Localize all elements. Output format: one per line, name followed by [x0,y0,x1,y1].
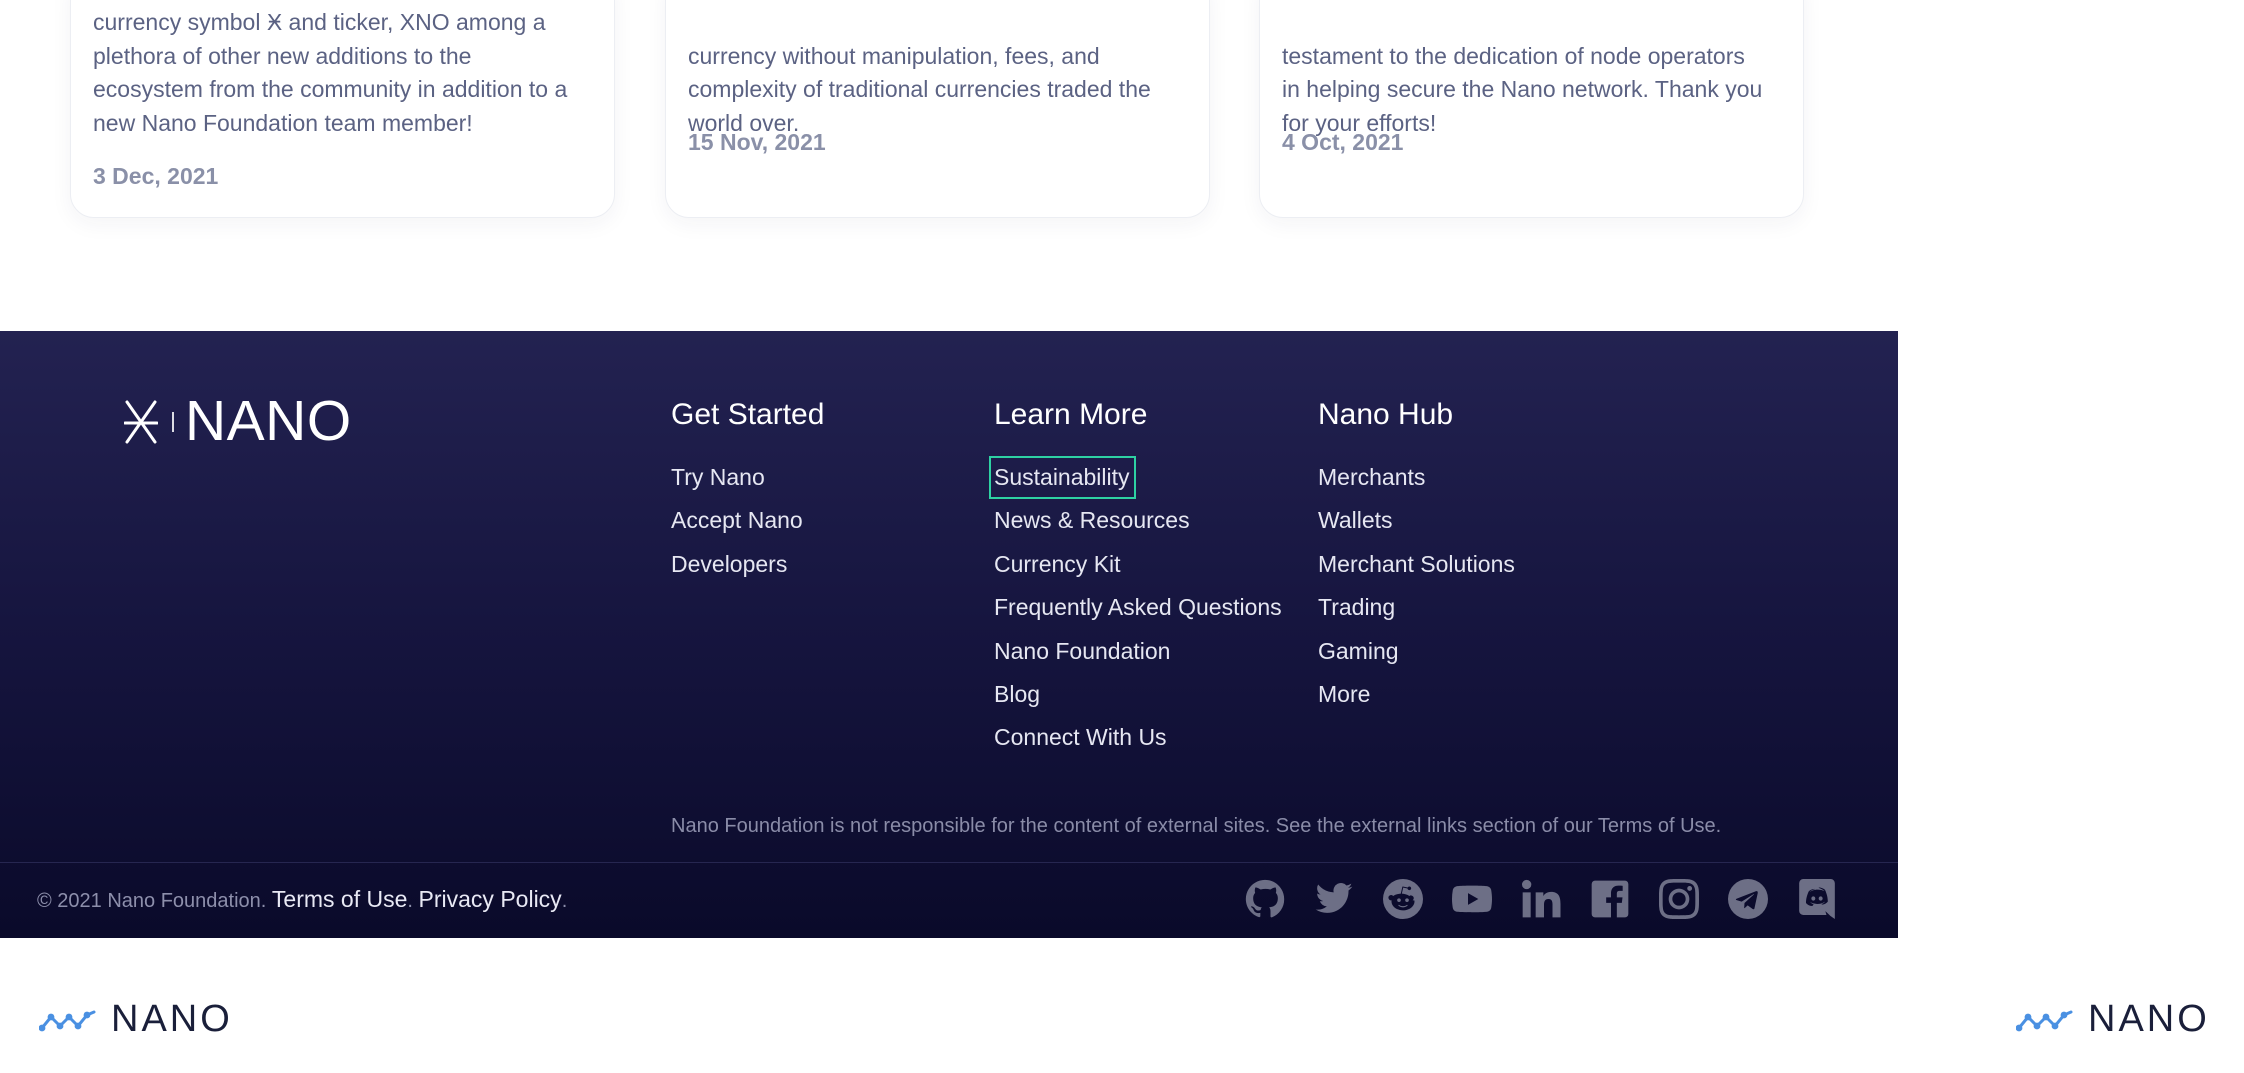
footer-column-title: Learn More [994,398,1148,431]
footer-link-wallets[interactable]: Wallets [1318,504,1393,537]
footer-link-connect[interactable]: Connect With Us [994,721,1167,754]
copyright-line: © 2021 Nano Foundation. Terms of Use. Pr… [37,886,567,913]
privacy-policy-link[interactable]: Privacy Policy [419,886,562,912]
nano-wave-icon [2016,1010,2073,1031]
blog-card-date: 3 Dec, 2021 [93,163,219,189]
footer-column-title: Get Started [671,398,825,431]
nano-wave-icon [39,1010,96,1031]
blog-card[interactable]: testament to the dedication of node oper… [1259,0,1804,218]
telegram-icon [1728,879,1768,919]
xno-symbol-icon [124,400,158,443]
discord-icon [1799,879,1835,919]
blog-card-excerpt: currency without manipulation, fees, and… [688,42,1151,136]
footer-column-learn-more: Learn More Sustainability News & Resourc… [989,395,1282,750]
youtube-link[interactable] [1451,877,1493,921]
logo-divider [172,411,174,432]
telegram-link[interactable] [1727,877,1769,921]
footer-link-label: Sustainability [994,464,1130,490]
facebook-link[interactable] [1589,877,1631,921]
footer-column-nano-hub: Nano Hub Merchants Wallets Merchant Solu… [1318,395,1515,707]
nano-logo-text: NANO [111,998,233,1040]
blog-card-excerpt: testament to the dedication of node oper… [1282,42,1763,136]
footer-link-gaming[interactable]: Gaming [1318,635,1399,668]
logo-wordmark: NANO [185,389,352,453]
footer-link-currency-kit[interactable]: Currency Kit [994,548,1121,581]
facebook-icon [1591,880,1629,918]
discord-link[interactable] [1796,877,1838,921]
footer-link-faq[interactable]: Frequently Asked Questions [994,591,1282,624]
nano-logo-text: NANO [2088,998,2210,1040]
footer-link-nano-foundation[interactable]: Nano Foundation [994,635,1170,668]
reddit-icon [1383,879,1423,919]
instagram-link[interactable] [1658,877,1700,921]
footer-link-sustainability[interactable]: Sustainability [989,456,1136,499]
terms-of-use-link[interactable]: Terms of Use [272,886,407,912]
footer-link-news-resources[interactable]: News & Resources [994,504,1190,537]
blog-card[interactable]: currency symbol Ӿ and ticker, XNO among … [70,0,615,218]
reddit-link[interactable] [1382,877,1424,921]
footer-link-accept-nano[interactable]: Accept Nano [671,504,803,537]
social-links [1244,877,1865,921]
instagram-icon [1659,879,1699,919]
footer-link-blog[interactable]: Blog [994,678,1040,711]
footer-link-try-nano[interactable]: Try Nano [671,461,765,494]
linkedin-link[interactable] [1520,877,1562,921]
separator-dot: . [407,890,413,912]
nano-logo-bottom-left[interactable]: NANO [39,998,233,1041]
youtube-icon [1452,885,1492,913]
external-links-disclaimer: Nano Foundation is not responsible for t… [671,815,1722,837]
twitter-icon [1315,883,1353,913]
blog-card-date: 4 Oct, 2021 [1282,129,1404,155]
nano-logo-bottom-right[interactable]: NANO [2016,998,2210,1041]
copyright-text: © 2021 Nano Foundation. [37,890,267,912]
footer-link-merchant-solutions[interactable]: Merchant Solutions [1318,548,1515,581]
separator-dot: . [561,890,568,912]
github-link[interactable] [1244,877,1286,921]
footer-link-merchants[interactable]: Merchants [1318,461,1425,494]
linkedin-icon [1522,879,1561,918]
site-footer: NANO Get Started Try Nano Accept Nano De… [0,331,1898,938]
footer-link-trading[interactable]: Trading [1318,591,1395,624]
blog-card[interactable]: currency without manipulation, fees, and… [665,0,1210,218]
footer-column-title: Nano Hub [1318,398,1454,431]
twitter-link[interactable] [1313,877,1355,921]
footer-divider [0,862,1898,863]
blog-card-date: 15 Nov, 2021 [688,129,826,155]
footer-link-developers[interactable]: Developers [671,548,787,581]
blog-cards-section: currency symbol Ӿ and ticker, XNO among … [0,0,1900,330]
footer-logo[interactable]: NANO [124,393,352,450]
footer-column-get-started: Get Started Try Nano Accept Nano Develop… [671,395,825,577]
footer-link-more[interactable]: More [1318,678,1370,711]
github-icon [1245,879,1285,918]
blog-card-excerpt: currency symbol Ӿ and ticker, XNO among … [93,9,568,136]
